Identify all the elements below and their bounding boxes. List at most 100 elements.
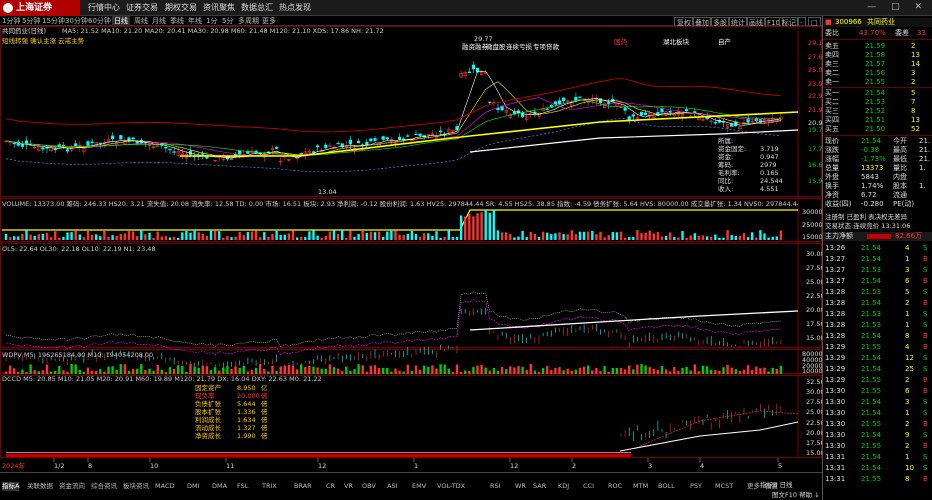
info-val-5: 0.165 bbox=[760, 169, 779, 177]
volume-bar bbox=[455, 237, 459, 240]
volume-bar bbox=[541, 231, 545, 240]
tick-volume: 1 bbox=[905, 409, 910, 417]
candle-body bbox=[274, 147, 279, 149]
indicator-tab[interactable]: 更多 bbox=[747, 482, 760, 491]
period-15min[interactable]: 15分钟 bbox=[42, 16, 65, 26]
volume-bar bbox=[353, 236, 356, 240]
indicator-tab[interactable]: MTM bbox=[633, 482, 648, 491]
volume-bar bbox=[320, 237, 323, 240]
volume-bar bbox=[746, 237, 750, 240]
candle-body bbox=[12, 142, 16, 145]
indicator-tab[interactable]: EMV bbox=[412, 482, 426, 491]
indicator-tab[interactable]: 指标A bbox=[2, 482, 20, 491]
ind4-plot bbox=[6, 403, 799, 457]
volume-bar bbox=[439, 237, 442, 240]
tag-loss[interactable]: 连续亏损 bbox=[506, 43, 532, 51]
menu-hot[interactable]: 热点发现 bbox=[279, 0, 311, 16]
period-30min[interactable]: 30分钟 bbox=[65, 16, 88, 26]
indicator-tab[interactable]: RSI bbox=[490, 482, 501, 491]
indicator-tab[interactable]: KDJ bbox=[558, 482, 569, 491]
indicator-tab[interactable]: TRIX bbox=[262, 482, 277, 491]
candle-body bbox=[668, 111, 672, 113]
ask-volume: 2 bbox=[911, 78, 916, 86]
volume-bar bbox=[418, 236, 422, 240]
menu-trade[interactable]: 证券交易 bbox=[126, 0, 158, 16]
menu-data[interactable]: 数据总汇 bbox=[241, 0, 273, 16]
indicator-tab[interactable]: PSY bbox=[690, 482, 702, 491]
chart-area[interactable]: 共同药业(日线) MA5: 21.52 MA10: 21.20 MA20: 20… bbox=[0, 26, 827, 472]
indicator-tab[interactable]: VR bbox=[344, 482, 353, 491]
volume-bar bbox=[336, 234, 340, 240]
period-multi[interactable]: 多周期 bbox=[238, 16, 259, 26]
indicator-tab[interactable]: MCST bbox=[715, 482, 733, 491]
indicator-tab[interactable]: WR bbox=[515, 482, 526, 491]
menu-options[interactable]: 期权交易 bbox=[165, 0, 197, 16]
tick-side: S bbox=[923, 310, 928, 318]
volume-bar bbox=[587, 231, 590, 240]
volume-bar bbox=[226, 236, 229, 240]
indicator-tab[interactable]: OBV bbox=[362, 482, 376, 491]
tag-margin[interactable]: 融资融券 bbox=[462, 43, 488, 51]
period-1min[interactable]: 1分钟 bbox=[2, 16, 20, 26]
volume-bar bbox=[287, 233, 291, 240]
period-week[interactable]: 周线 bbox=[134, 16, 148, 26]
signal-line: 短线转强 确认主涨 云戒主势 bbox=[2, 37, 85, 45]
window-controls[interactable]: — □ ✕ bbox=[867, 2, 928, 12]
volume-bar bbox=[414, 234, 418, 240]
bid-label: 买三 bbox=[825, 107, 839, 115]
ind3-bar bbox=[435, 368, 438, 374]
indicator-tab[interactable]: CCI bbox=[583, 482, 594, 491]
ind3-bar bbox=[759, 368, 762, 374]
indicator-b-label[interactable]: 指标B 日线 bbox=[760, 481, 793, 489]
indicator-tab[interactable]: ASI bbox=[387, 482, 398, 491]
ind3-bar bbox=[722, 367, 725, 374]
volume-bar bbox=[250, 231, 254, 240]
ind3-bar bbox=[283, 365, 286, 374]
volume-bar bbox=[201, 233, 204, 240]
menu-news[interactable]: 资讯聚焦 bbox=[203, 0, 235, 16]
tick-time: 13:29 bbox=[825, 343, 846, 351]
period-60min[interactable]: 60分钟 bbox=[88, 16, 111, 26]
volume-bar bbox=[398, 234, 401, 240]
volume-bar bbox=[107, 236, 110, 240]
tag-loan[interactable]: 专项贷款 bbox=[533, 43, 559, 51]
menu-market[interactable]: 行情中心 bbox=[88, 0, 120, 16]
tick-time: 13:30 bbox=[825, 398, 846, 406]
period-5min[interactable]: 5分钟 bbox=[22, 16, 40, 26]
tag-pharma[interactable]: 国药 bbox=[614, 38, 627, 46]
period-5m[interactable]: 5分 bbox=[222, 16, 233, 26]
indicator-tab[interactable]: 综合资讯 bbox=[91, 482, 117, 491]
tag-hubei[interactable]: 湖北板块 bbox=[663, 38, 689, 46]
indicator-tab[interactable]: MACD bbox=[155, 482, 174, 491]
growth-val-7: 1.990 bbox=[237, 432, 256, 440]
volume-bar bbox=[767, 237, 770, 240]
indicator-tab[interactable]: SAR bbox=[533, 482, 546, 491]
tag-microcap[interactable]: 微盘股 bbox=[486, 43, 506, 51]
indicator-tab[interactable]: BOLL bbox=[658, 482, 675, 491]
indicator-tab[interactable]: 关联数据 bbox=[27, 482, 53, 491]
status-f10-help[interactable]: 图文F10 帮助 ↓ bbox=[772, 491, 820, 499]
indicator-tab[interactable]: 板块资讯 bbox=[123, 482, 149, 491]
ind3-bar bbox=[156, 364, 159, 374]
period-day[interactable]: 日线 bbox=[112, 16, 130, 26]
indicator-tab[interactable]: CR bbox=[326, 482, 335, 491]
indicator-tab[interactable]: DMI bbox=[187, 482, 200, 491]
indicator-tab[interactable]: 资金流向 bbox=[59, 482, 85, 491]
period-1m[interactable]: 1分 bbox=[206, 16, 217, 26]
indicator-tab[interactable]: VOL-TDX bbox=[437, 482, 465, 491]
period-more[interactable]: 更多 bbox=[262, 16, 276, 26]
indicator-tab[interactable]: ROC bbox=[608, 482, 622, 491]
period-quarter[interactable]: 季线 bbox=[170, 16, 184, 26]
volume-bar bbox=[369, 231, 373, 240]
candle-body bbox=[131, 137, 135, 140]
main-net-row[interactable]: 主力净额 82.66万 bbox=[823, 232, 932, 241]
candle-body bbox=[414, 133, 418, 135]
volume-bar bbox=[41, 233, 45, 240]
period-year[interactable]: 年线 bbox=[188, 16, 202, 26]
indicator-tab[interactable]: BRAR bbox=[294, 482, 312, 491]
period-month[interactable]: 月线 bbox=[152, 16, 166, 26]
indicator-tab[interactable]: DMA bbox=[212, 482, 227, 491]
stat-value: 13373 bbox=[861, 164, 884, 172]
tag-self[interactable]: 自产 bbox=[718, 38, 731, 46]
indicator-tab[interactable]: FSL bbox=[237, 482, 248, 491]
